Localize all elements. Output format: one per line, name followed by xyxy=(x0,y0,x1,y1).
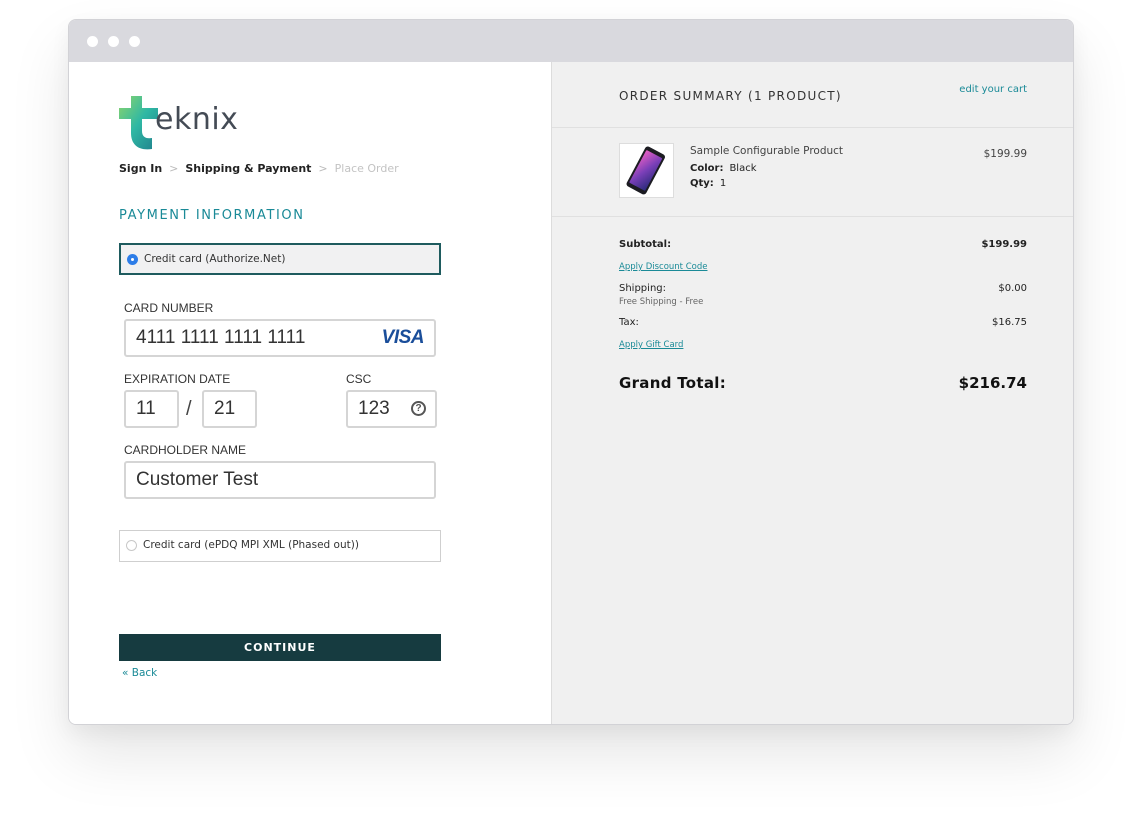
product-name[interactable]: Sample Configurable Product xyxy=(690,145,843,157)
continue-button[interactable]: CONTINUE xyxy=(119,634,441,661)
card-number-value: 4111 1111 1111 1111 xyxy=(136,327,306,348)
window-titlebar xyxy=(69,20,1073,62)
breadcrumb-sign-in[interactable]: Sign In xyxy=(119,162,162,175)
radio-selected-icon[interactable] xyxy=(127,254,138,265)
breadcrumb-place-order: Place Order xyxy=(334,162,399,175)
chevron-right-icon: > xyxy=(169,162,179,175)
order-summary-pane: ORDER SUMMARY (1 PRODUCT) edit your cart… xyxy=(551,62,1073,724)
csc-label: CSC xyxy=(346,372,372,386)
back-link[interactable]: « Back xyxy=(122,667,157,679)
card-number-input[interactable]: 4111 1111 1111 1111 VISA xyxy=(124,319,436,357)
product-price: $199.99 xyxy=(983,148,1027,160)
edit-cart-link[interactable]: edit your cart xyxy=(959,84,1027,95)
expiration-separator: / xyxy=(186,398,192,420)
apply-discount-code-link[interactable]: Apply Discount Code xyxy=(619,262,707,272)
subtotal-value: $199.99 xyxy=(981,239,1027,250)
order-summary-title: ORDER SUMMARY (1 PRODUCT) xyxy=(619,89,842,103)
product-thumbnail xyxy=(619,143,674,198)
exp-month-value: 11 xyxy=(136,398,156,419)
breadcrumb-shipping-payment[interactable]: Shipping & Payment xyxy=(185,162,311,175)
expiration-date-label: EXPIRATION DATE xyxy=(124,372,231,386)
payment-section-title: PAYMENT INFORMATION xyxy=(119,208,305,223)
chevron-right-icon: > xyxy=(318,162,328,175)
exp-year-value: 21 xyxy=(214,398,236,419)
tax-value: $16.75 xyxy=(992,317,1027,328)
checkout-form-pane: eknix Sign In > Shipping & Payment > Place O… xyxy=(69,62,551,724)
shipping-method: Free Shipping - Free xyxy=(619,297,704,307)
window-minimize-dot[interactable] xyxy=(108,36,119,47)
card-number-label: CARD NUMBER xyxy=(124,301,214,315)
visa-logo-icon: VISA xyxy=(381,327,425,348)
exp-month-input[interactable]: 11 xyxy=(124,390,179,428)
color-label: Color: xyxy=(690,163,724,174)
cardholder-name-value: Customer Test xyxy=(136,469,259,490)
cardholder-name-label: CARDHOLDER NAME xyxy=(124,443,247,457)
csc-value: 123 xyxy=(358,398,390,419)
shipping-label: Shipping: xyxy=(619,283,666,294)
logo-text: eknix xyxy=(155,102,239,137)
qty-value: 1 xyxy=(719,178,727,189)
payment-option-epdq[interactable]: Credit card (ePDQ MPI XML (Phased out)) xyxy=(119,530,441,562)
window-maximize-dot[interactable] xyxy=(129,36,140,47)
subtotal-label: Subtotal: xyxy=(619,239,672,250)
shipping-value: $0.00 xyxy=(998,283,1027,294)
exp-year-input[interactable]: 21 xyxy=(202,390,257,428)
teknix-logo[interactable]: eknix xyxy=(119,94,239,152)
radio-unselected-icon[interactable] xyxy=(126,540,137,551)
summary-divider xyxy=(552,216,1073,217)
window-close-dot[interactable] xyxy=(87,36,98,47)
help-question-icon[interactable]: ? xyxy=(411,401,426,416)
apply-gift-card-link[interactable]: Apply Gift Card xyxy=(619,340,683,350)
grand-total-value: $216.74 xyxy=(958,374,1027,392)
csc-input[interactable]: 123 ? xyxy=(346,390,437,428)
smartphone-image-icon xyxy=(626,146,665,195)
product-qty: Qty: 1 xyxy=(690,178,726,189)
product-color: Color: Black xyxy=(690,163,757,174)
payment-option-authorize-net[interactable]: Credit card (Authorize.Net) xyxy=(119,243,441,275)
color-value: Black xyxy=(729,163,757,174)
payment-option-label: Credit card (Authorize.Net) xyxy=(144,253,286,265)
grand-total-label: Grand Total: xyxy=(619,374,727,392)
tax-label: Tax: xyxy=(619,317,639,328)
qty-label: Qty: xyxy=(690,178,714,189)
checkout-breadcrumb: Sign In > Shipping & Payment > Place Order xyxy=(119,162,399,175)
payment-option-label: Credit card (ePDQ MPI XML (Phased out)) xyxy=(143,539,359,551)
browser-window: eknix Sign In > Shipping & Payment > Place O… xyxy=(68,19,1074,725)
cardholder-name-input[interactable]: Customer Test xyxy=(124,461,436,499)
summary-divider xyxy=(552,127,1073,128)
